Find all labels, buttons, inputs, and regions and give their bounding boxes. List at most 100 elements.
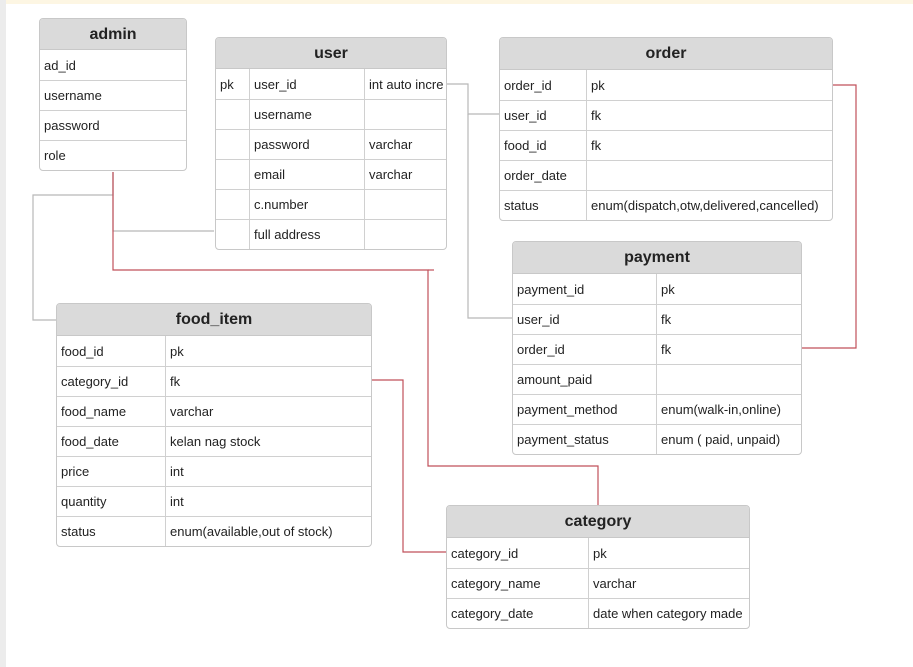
category-table[interactable]: category category_id pk category_name varch…: [446, 505, 750, 629]
field-cell: user_id: [504, 108, 547, 123]
key-cell: [216, 190, 249, 219]
left-strip: [0, 0, 6, 667]
type-cell: int: [165, 487, 371, 516]
field-cell: food_name: [61, 404, 127, 419]
table-row: food_date kelan nag stock: [57, 426, 371, 456]
user-table[interactable]: user pk user_id int auto incre username pass…: [215, 37, 447, 250]
food-item-table[interactable]: food_item food_id pk category_id fk food_nam…: [56, 303, 372, 547]
key-cell: [216, 130, 249, 159]
type-cell: fk: [586, 131, 832, 160]
table-row: order_id pk: [500, 70, 832, 100]
field-cell: category_id: [61, 374, 129, 389]
type-cell: fk: [165, 367, 371, 396]
field-cell: payment_id: [517, 281, 585, 297]
field-cell: payment_status: [517, 432, 609, 447]
type-cell: user_id: [249, 69, 364, 99]
field-cell: category_name: [451, 576, 541, 591]
type-cell: password: [249, 130, 364, 159]
type-cell: varchar: [165, 397, 371, 426]
field-cell: amount_paid: [517, 372, 593, 387]
field-cell: food_date: [61, 434, 119, 449]
type-cell: [656, 365, 801, 394]
top-strip: [0, 0, 913, 4]
connector-user-order: [446, 83, 500, 115]
table-title: order: [500, 38, 832, 70]
key-cell: [216, 100, 249, 129]
connector-admin-food-item: [32, 172, 114, 321]
table-row: full address: [216, 219, 446, 249]
type-cell: c.number: [249, 190, 364, 219]
table-row: password varchar: [216, 129, 446, 159]
payment-table[interactable]: payment payment_id pk user_id fk order_id fk a…: [512, 241, 802, 455]
field-cell: username: [44, 88, 102, 103]
type-cell: [364, 220, 446, 249]
table-row: c.number: [216, 189, 446, 219]
table-row: category_id fk: [57, 366, 371, 396]
type-cell: varchar: [588, 569, 749, 598]
table-row: category_id pk: [447, 538, 749, 568]
type-cell: varchar: [364, 160, 446, 189]
field-cell: order_id: [517, 342, 565, 357]
type-cell: [586, 161, 832, 190]
table-row: role: [40, 140, 186, 170]
table-row: food_name varchar: [57, 396, 371, 426]
field-cell: food_id: [504, 138, 547, 153]
field-cell: price: [61, 464, 90, 479]
table-row: food_id pk: [57, 336, 371, 366]
field-cell: role: [44, 148, 66, 163]
field-cell: payment_method: [517, 402, 618, 417]
type-cell: int: [165, 457, 371, 486]
type-cell: pk: [165, 336, 371, 366]
type-cell: int auto incre: [364, 69, 446, 99]
table-row: payment_method enum(walk-in,online): [513, 394, 801, 424]
table-row: category_date date when category made: [447, 598, 749, 628]
key-cell: pk: [220, 76, 234, 92]
field-cell: status: [61, 524, 96, 539]
table-row: amount_paid: [513, 364, 801, 394]
type-cell: pk: [656, 274, 801, 304]
field-cell: category_date: [451, 606, 534, 621]
field-cell: user_id: [517, 312, 560, 327]
type-cell: date when category made: [588, 599, 749, 628]
type-cell: fk: [656, 305, 801, 334]
table-row: status enum(dispatch,otw,delivered,cancel…: [500, 190, 832, 220]
type-cell: varchar: [364, 130, 446, 159]
key-cell: [216, 220, 249, 249]
table-row: user_id fk: [500, 100, 832, 130]
table-title: payment: [513, 242, 801, 274]
table-row: user_id fk: [513, 304, 801, 334]
type-cell: fk: [656, 335, 801, 364]
type-cell: [364, 100, 446, 129]
type-cell: email: [249, 160, 364, 189]
table-row: ad_id: [40, 50, 186, 80]
table-title: category: [447, 506, 749, 538]
table-row: password: [40, 110, 186, 140]
type-cell: enum ( paid, unpaid): [656, 425, 801, 454]
type-cell: username: [249, 100, 364, 129]
table-body: category_id pk category_name varchar categor…: [447, 538, 749, 628]
table-row: username: [40, 80, 186, 110]
type-cell: pk: [588, 538, 749, 568]
table-row: order_id fk: [513, 334, 801, 364]
table-row: username: [216, 99, 446, 129]
type-cell: enum(dispatch,otw,delivered,cancelled): [586, 191, 832, 220]
table-row: status enum(available,out of stock): [57, 516, 371, 546]
table-body: order_id pk user_id fk food_id fk order_date st…: [500, 70, 832, 220]
connector-food-item-category: [371, 379, 447, 553]
table-row: email varchar: [216, 159, 446, 189]
table-row: payment_status enum ( paid, unpaid): [513, 424, 801, 454]
table-row: price int: [57, 456, 371, 486]
field-cell: status: [504, 198, 539, 213]
connector-admin-user: [112, 172, 214, 232]
table-row: food_id fk: [500, 130, 832, 160]
order-table[interactable]: order order_id pk user_id fk food_id fk order_…: [499, 37, 833, 221]
table-body: pk user_id int auto incre username password v…: [216, 69, 446, 249]
table-row: payment_id pk: [513, 274, 801, 304]
admin-table[interactable]: admin ad_id username password role: [39, 18, 187, 171]
table-body: payment_id pk user_id fk order_id fk amount_pa…: [513, 274, 801, 454]
table-body: food_id pk category_id fk food_name varchar fo…: [57, 336, 371, 546]
table-title: admin: [40, 19, 186, 50]
type-cell: pk: [586, 70, 832, 100]
table-title: food_item: [57, 304, 371, 336]
type-cell: fk: [586, 101, 832, 130]
